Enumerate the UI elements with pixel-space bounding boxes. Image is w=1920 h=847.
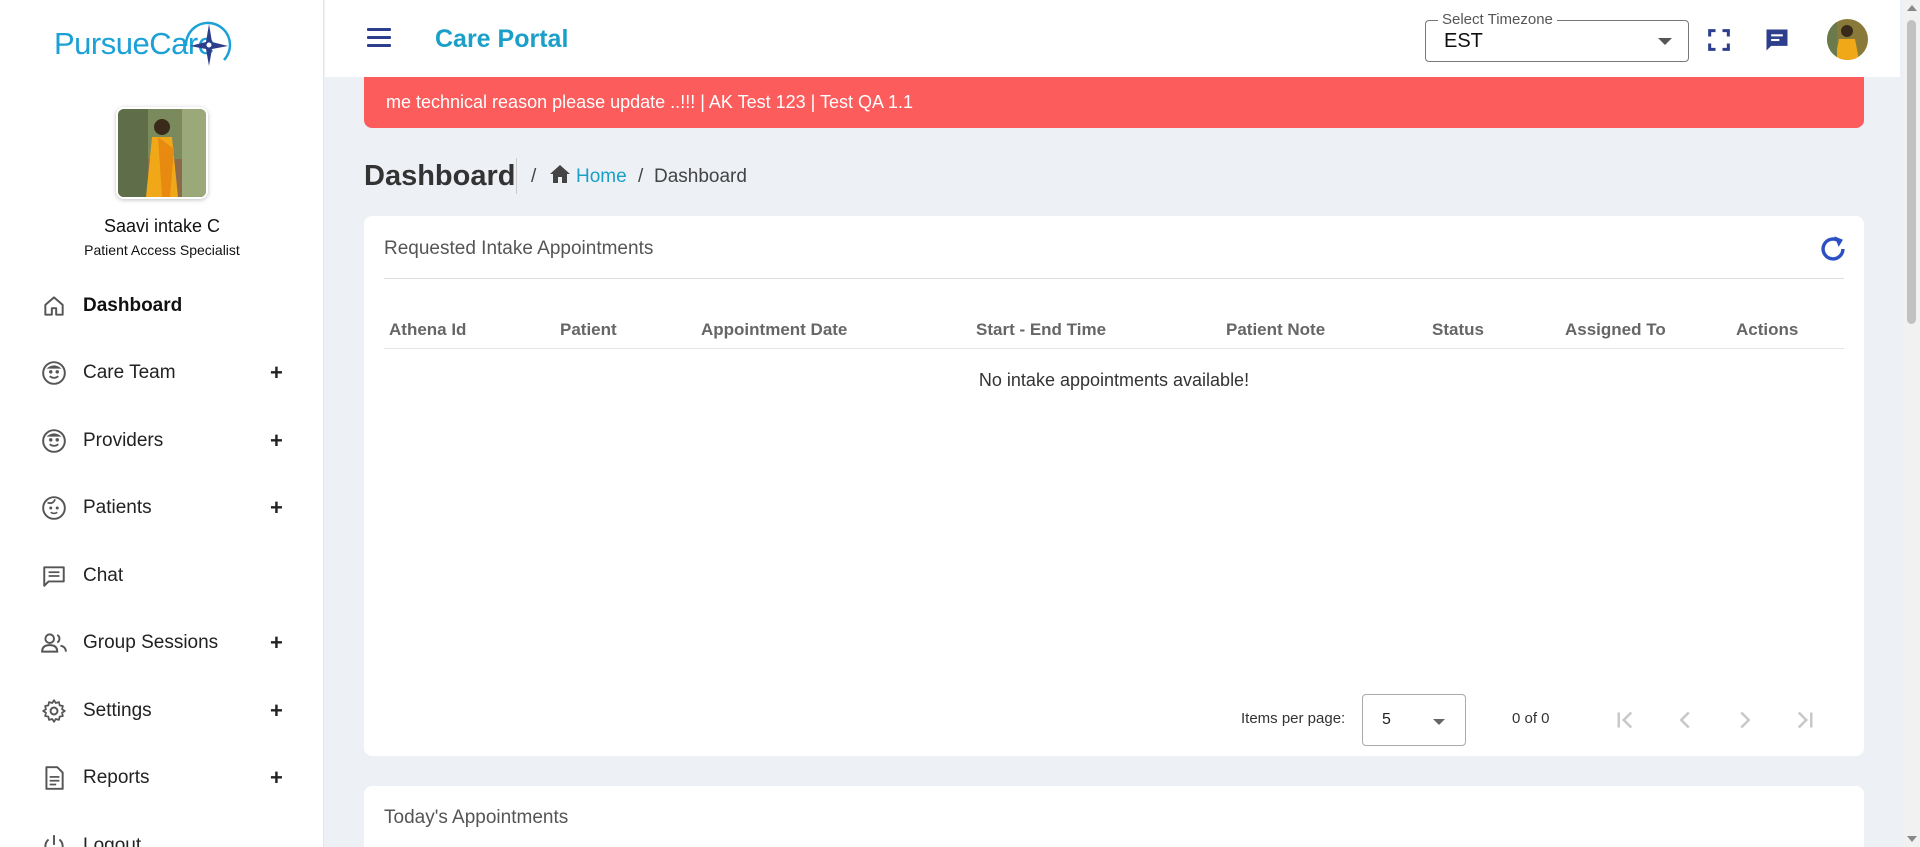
previous-page-icon[interactable]	[1670, 705, 1700, 735]
expand-plus-icon[interactable]: +	[270, 428, 283, 454]
refresh-icon[interactable]	[1816, 232, 1850, 266]
breadcrumb-home[interactable]: Home	[576, 166, 627, 188]
timezone-select[interactable]: Select Timezone EST	[1425, 11, 1689, 62]
page-scrollbar[interactable]	[1903, 0, 1920, 847]
compass-icon	[184, 21, 232, 66]
home-icon[interactable]	[548, 163, 572, 191]
items-per-page-value: 5	[1382, 711, 1391, 728]
banner-text: me technical reason please update ..!!! …	[386, 92, 914, 112]
next-page-icon[interactable]	[1730, 705, 1760, 735]
sidebar-item-label: Reports	[83, 767, 150, 789]
top-header: Care Portal Select Timezone EST	[325, 0, 1900, 77]
card-title: Requested Intake Appointments	[384, 238, 654, 259]
home-icon	[40, 292, 68, 320]
sidebar-item-patients[interactable]: Patients +	[0, 475, 324, 543]
card-title: Today's Appointments	[384, 807, 569, 828]
column-header-patient-note[interactable]: Patient Note	[1226, 320, 1325, 340]
scroll-down-icon[interactable]	[1907, 836, 1917, 842]
column-header-time[interactable]: Start - End Time	[976, 320, 1106, 340]
patients-icon	[40, 494, 68, 522]
expand-plus-icon[interactable]: +	[270, 360, 283, 386]
announcement-banner: me technical reason please update ..!!! …	[364, 77, 1864, 128]
profile-photo	[116, 107, 208, 199]
fullscreen-icon[interactable]	[1705, 26, 1733, 54]
intake-appointments-card: Requested Intake Appointments Athena Id …	[364, 216, 1864, 756]
expand-plus-icon[interactable]: +	[270, 765, 283, 791]
user-role: Patient Access Specialist	[84, 242, 240, 258]
breadcrumb-separator: /	[638, 166, 644, 187]
care-team-icon	[40, 359, 68, 387]
column-header-actions: Actions	[1736, 320, 1799, 339]
card-divider	[384, 278, 1844, 279]
breadcrumb-current: Dashboard	[654, 166, 747, 187]
breadcrumb-separator: /	[531, 166, 537, 187]
expand-plus-icon[interactable]: +	[270, 630, 283, 656]
column-header-appointment-date[interactable]: Appointment Date	[701, 320, 847, 340]
pagination-range: 0 of 0	[1512, 710, 1550, 727]
menu-icon[interactable]	[367, 28, 391, 48]
sidebar-item-group-sessions[interactable]: Group Sessions +	[0, 610, 324, 678]
sidebar-item-label: Dashboard	[83, 294, 183, 316]
sidebar-item-dashboard[interactable]: Dashboard	[0, 272, 324, 340]
sidebar-item-logout[interactable]: Logout	[0, 812, 324, 847]
expand-plus-icon[interactable]: +	[270, 698, 283, 724]
column-header-athena-id[interactable]: Athena Id	[389, 320, 466, 340]
title-divider	[516, 158, 517, 194]
sidebar-item-label: Group Sessions	[83, 632, 219, 654]
todays-appointments-card: Today's Appointments	[364, 786, 1864, 847]
sidebar-item-providers[interactable]: Providers +	[0, 407, 324, 475]
scroll-up-icon[interactable]	[1907, 5, 1917, 11]
page-title: Dashboard	[364, 160, 516, 192]
items-per-page-select[interactable]: 5	[1362, 694, 1466, 746]
chat-bubble-icon[interactable]	[1763, 26, 1791, 54]
chat-icon	[40, 562, 68, 590]
providers-icon	[40, 427, 68, 455]
report-icon	[40, 764, 68, 792]
gear-icon	[40, 697, 68, 725]
sidebar-item-label: Providers	[83, 429, 164, 451]
table-header-divider	[384, 348, 1844, 349]
sidebar-item-label: Settings	[83, 699, 152, 721]
last-page-icon[interactable]	[1790, 705, 1820, 735]
user-name: Saavi intake C	[103, 216, 221, 236]
sidebar-item-chat[interactable]: Chat	[0, 542, 324, 610]
sidebar-item-reports[interactable]: Reports +	[0, 745, 324, 813]
power-icon	[40, 832, 68, 847]
scroll-thumb[interactable]	[1907, 20, 1916, 324]
sidebar-item-label: Care Team	[83, 362, 176, 384]
app-title: Care Portal	[435, 25, 569, 53]
group-icon	[40, 629, 68, 657]
expand-plus-icon[interactable]: +	[270, 495, 283, 521]
sidebar: PursueCare Saavi intake C Patient Access…	[0, 0, 324, 847]
column-header-assigned-to[interactable]: Assigned To	[1565, 320, 1666, 340]
column-header-status[interactable]: Status	[1432, 320, 1484, 340]
sidebar-item-settings[interactable]: Settings +	[0, 677, 324, 745]
dropdown-arrow-icon	[1433, 719, 1445, 725]
empty-state-message: No intake appointments available!	[978, 370, 1250, 390]
column-header-patient[interactable]: Patient	[560, 320, 617, 340]
timezone-label: Select Timezone	[1438, 11, 1557, 28]
sidebar-nav: Dashboard Care Team + Providers + Patien…	[0, 272, 324, 847]
dropdown-arrow-icon	[1658, 38, 1672, 45]
sidebar-item-label: Logout	[83, 834, 142, 847]
sidebar-item-label: Patients	[83, 497, 152, 519]
first-page-icon[interactable]	[1610, 705, 1640, 735]
sidebar-item-label: Chat	[83, 564, 124, 586]
avatar[interactable]	[1827, 19, 1868, 60]
timezone-value: EST	[1444, 30, 1483, 52]
sidebar-item-care-team[interactable]: Care Team +	[0, 340, 324, 408]
items-per-page-label: Items per page:	[1241, 710, 1346, 727]
brand-logo[interactable]: PursueCare	[54, 18, 232, 70]
